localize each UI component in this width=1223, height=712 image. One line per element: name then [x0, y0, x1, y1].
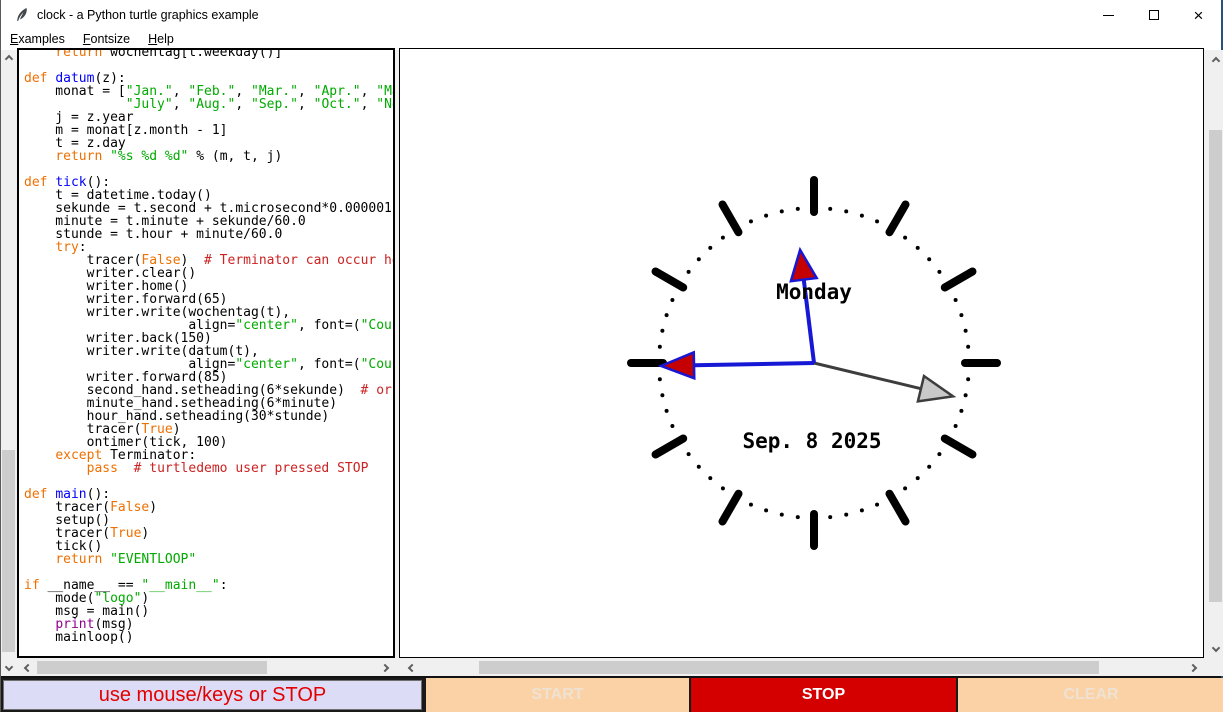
scroll-up-arrow[interactable] — [1208, 52, 1223, 67]
chevron-left-icon — [24, 663, 32, 671]
chevron-down-icon — [1211, 644, 1219, 652]
chevron-right-icon — [1189, 663, 1197, 671]
chevron-left-icon — [408, 663, 416, 671]
menu-bar: Examples Fontsize Help — [1, 30, 1221, 50]
turtle-canvas[interactable]: Monday Sep. 8 2025 — [399, 48, 1204, 658]
chevron-right-icon — [381, 663, 389, 671]
menu-examples[interactable]: Examples — [1, 30, 74, 50]
menu-fontsize[interactable]: Fontsize — [74, 30, 139, 50]
chevron-up-icon — [4, 55, 12, 63]
bottom-bar: use mouse/keys or STOP START STOP CLEAR — [1, 678, 1221, 712]
scroll-right-arrow[interactable] — [1187, 660, 1202, 675]
source-code: return wochentag[t.weekday()] def datum(… — [24, 48, 395, 644]
chevron-down-icon — [4, 663, 12, 671]
stop-button[interactable]: STOP — [691, 678, 956, 712]
code-hscroll-thumb[interactable] — [37, 661, 267, 674]
code-viewer[interactable]: return wochentag[t.weekday()] def datum(… — [17, 48, 395, 658]
maximize-icon — [1149, 10, 1159, 20]
minimize-button[interactable] — [1086, 0, 1131, 30]
maximize-button[interactable] — [1131, 0, 1176, 30]
clock-drawing: Monday Sep. 8 2025 — [400, 49, 1203, 657]
canvas-horizontal-scrollbar[interactable] — [401, 660, 1223, 676]
close-icon: × — [1194, 7, 1204, 24]
scroll-left-arrow[interactable] — [19, 660, 34, 675]
title-bar: clock - a Python turtle graphics example… — [1, 0, 1221, 30]
code-vertical-scrollbar[interactable] — [1, 50, 16, 676]
code-horizontal-scrollbar[interactable] — [17, 660, 396, 676]
scroll-left-arrow[interactable] — [403, 660, 418, 675]
app-window: clock - a Python turtle graphics example… — [0, 0, 1223, 712]
python-feather-icon — [14, 7, 30, 23]
chevron-up-icon — [1211, 57, 1219, 65]
canvas-vertical-scrollbar[interactable] — [1206, 50, 1223, 660]
scroll-up-arrow[interactable] — [1, 50, 16, 65]
window-title: clock - a Python turtle graphics example — [37, 8, 259, 22]
svg-text:Sep. 8 2025: Sep. 8 2025 — [742, 429, 881, 453]
start-button[interactable]: START — [426, 678, 689, 712]
canvas-vscroll-thumb[interactable] — [1209, 130, 1222, 602]
canvas-hscroll-thumb[interactable] — [479, 661, 1099, 674]
menu-help[interactable]: Help — [139, 30, 183, 50]
scroll-down-arrow[interactable] — [1208, 642, 1223, 657]
main-area: return wochentag[t.weekday()] def datum(… — [1, 50, 1221, 676]
status-message: use mouse/keys or STOP — [3, 680, 422, 710]
minimize-icon — [1103, 15, 1114, 16]
svg-text:Monday: Monday — [776, 280, 852, 304]
code-vscroll-thumb[interactable] — [2, 450, 15, 652]
close-button[interactable]: × — [1176, 0, 1221, 30]
scroll-right-arrow[interactable] — [379, 660, 394, 675]
scroll-down-arrow[interactable] — [1, 661, 16, 676]
clear-button[interactable]: CLEAR — [958, 678, 1223, 712]
